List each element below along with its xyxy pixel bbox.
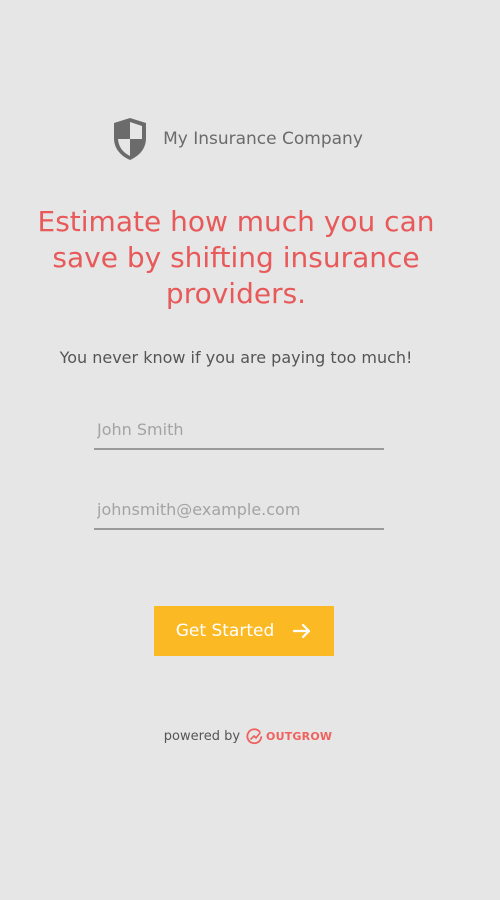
get-started-label: Get Started [175,621,275,641]
shield-icon [111,116,149,162]
page-subtitle: You never know if you are paying too muc… [59,348,413,367]
outgrow-link[interactable]: OUTGROW [246,728,332,745]
outgrow-wordmark: OUTGROW [266,730,333,743]
arrow-right-icon [292,621,312,641]
page-headline: Estimate how much you can save by shifti… [37,205,435,310]
outgrow-logo-icon [246,728,263,745]
powered-by: powered by OUTGROW [0,728,496,745]
brand-header: My Insurance Company [0,116,474,162]
email-input[interactable] [94,490,384,530]
get-started-button[interactable]: Get Started [154,606,334,656]
name-input[interactable] [94,410,384,450]
company-name: My Insurance Company [163,129,363,149]
powered-by-label: powered by [163,729,241,744]
